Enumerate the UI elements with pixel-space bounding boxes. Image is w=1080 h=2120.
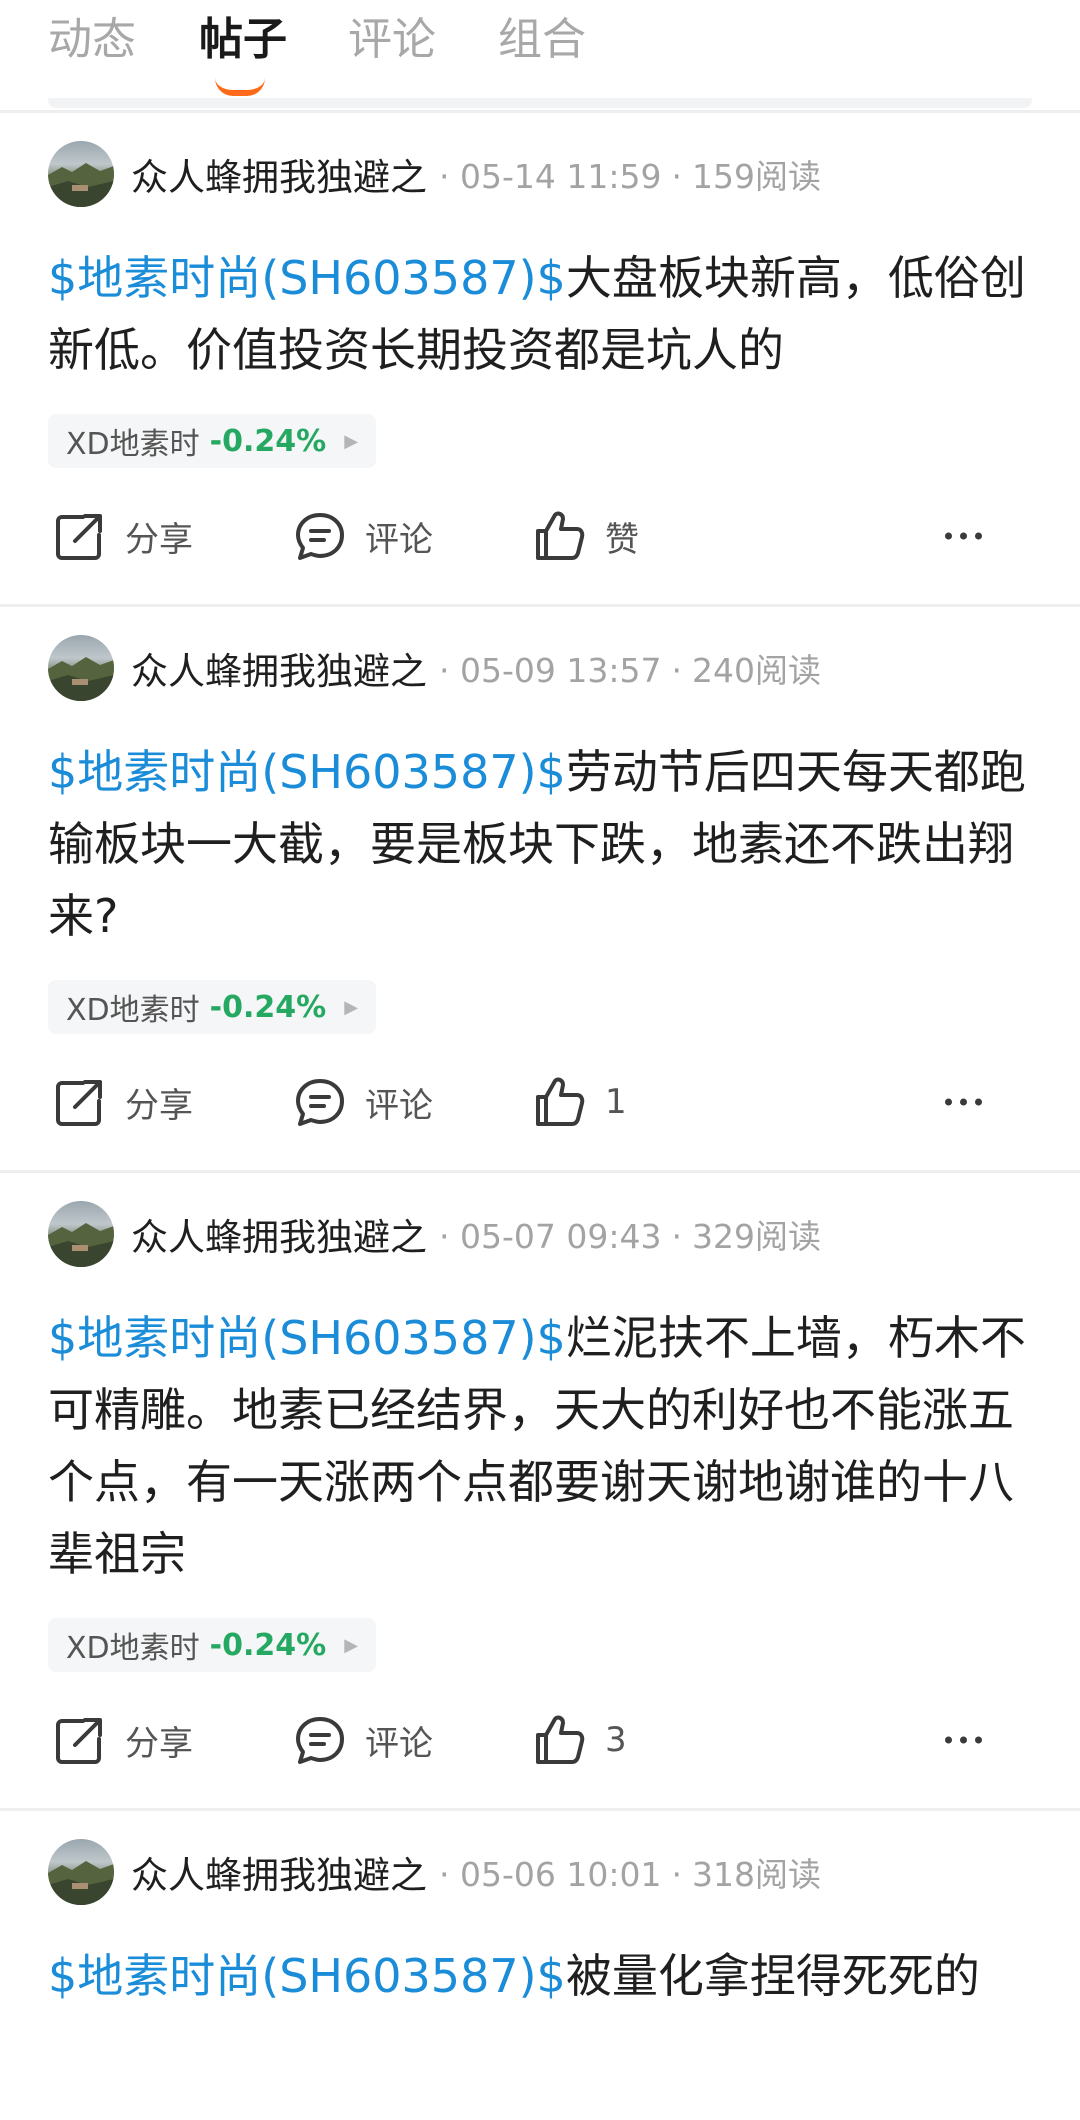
like-count: 1 [605,1082,627,1122]
post-body: 被量化拿捏得死死的 [565,1949,980,2003]
active-tab-indicator [215,78,265,96]
more-button[interactable] [945,1098,982,1106]
stock-chip-name: XD地素时 [66,1631,200,1666]
like-button[interactable]: 3 [533,1713,627,1767]
author-name[interactable]: 众人蜂拥我独避之 [131,1207,427,1261]
share-icon [56,1718,102,1764]
thumbs-up-icon [536,511,585,560]
stock-chip-name: XD地素时 [66,993,200,1028]
stock-chip-change: -0.24% [209,423,327,459]
comment-label: 评论 [365,519,433,560]
like-count: 3 [605,1720,627,1760]
more-button[interactable] [945,1736,982,1744]
stock-link[interactable]: $地素时尚(SH603587)$ [48,251,566,305]
post-card[interactable]: 众人蜂拥我独避之 · 05-09 13:57 · 240阅读 $地素时尚(SH603… [0,607,1080,1170]
post-card[interactable]: 众人蜂拥我独避之 · 05-07 09:43 · 329阅读 $地素时尚(SH603… [0,1173,1080,1808]
post-date: 05-09 13:57 [459,651,662,690]
post-card[interactable]: 众人蜂拥我独避之 · 05-14 11:59 · 159阅读 $地素时尚(SH603… [0,113,1080,604]
comment-label: 评论 [365,1723,433,1764]
stock-chip-change: -0.24% [209,1627,327,1663]
post-content[interactable]: $地素时尚(SH603587)$大盘板块新高，低俗创新低。价值投资长期投资都是坑… [48,242,1032,386]
share-label: 分享 [125,519,193,560]
tabs-bottom-bar [48,98,1032,108]
author-name[interactable]: 众人蜂拥我独避之 [131,1845,427,1899]
more-button[interactable] [945,532,982,540]
read-count: 159阅读 [691,157,821,196]
comment-button[interactable]: 评论 [293,1075,433,1129]
thumbs-up-icon [536,1077,585,1126]
stock-link[interactable]: $地素时尚(SH603587)$ [48,1949,566,2003]
share-label: 分享 [125,1085,193,1126]
like-button[interactable]: 赞 [533,509,639,563]
like-button[interactable]: 1 [533,1075,627,1129]
read-count: 318阅读 [691,1855,821,1894]
comment-button[interactable]: 评论 [293,509,433,563]
post-meta: · 05-09 13:57 · 240阅读 [439,651,821,690]
stock-chip-name: XD地素时 [66,427,200,462]
stock-chip-change: -0.24% [209,989,327,1025]
stock-chip[interactable]: XD地素时 -0.24% ▶ [48,980,377,1034]
tab-posts[interactable]: 帖子 [199,10,287,70]
play-arrow-icon: ▶ [344,1634,359,1656]
post-header: 众人蜂拥我独避之 · 05-09 13:57 · 240阅读 [48,607,1032,702]
comment-label: 评论 [365,1085,433,1126]
post-date: 05-14 11:59 [459,157,662,196]
share-icon [56,1080,102,1126]
post-date: 05-06 10:01 [459,1855,662,1894]
stock-link[interactable]: $地素时尚(SH603587)$ [48,745,566,799]
comment-icon [296,1717,344,1764]
avatar[interactable] [48,635,114,701]
post-actions: 分享 评论 1 [48,1034,1032,1170]
post-content[interactable]: $地素时尚(SH603587)$烂泥扶不上墙，朽木不可精雕。地素已经结界，天大的… [48,1302,1032,1590]
post-meta: · 05-07 09:43 · 329阅读 [439,1217,821,1256]
post-card[interactable]: 众人蜂拥我独避之 · 05-06 10:01 · 318阅读 $地素时尚(SH603… [0,1811,1080,2012]
post-actions: 分享 评论 3 [48,1672,1032,1808]
like-count: 赞 [605,519,639,560]
comment-icon [296,513,344,560]
avatar[interactable] [48,141,114,207]
avatar[interactable] [48,1201,114,1267]
post-header: 众人蜂拥我独避之 · 05-14 11:59 · 159阅读 [48,113,1032,208]
post-header: 众人蜂拥我独避之 · 05-06 10:01 · 318阅读 [48,1811,1032,1906]
post-meta: · 05-06 10:01 · 318阅读 [439,1855,821,1894]
post-content[interactable]: $地素时尚(SH603587)$劳动节后四天每天都跑输板块一大截，要是板块下跌，… [48,736,1032,952]
play-arrow-icon: ▶ [344,430,359,452]
post-content[interactable]: $地素时尚(SH603587)$被量化拿捏得死死的 [48,1940,1032,2012]
stock-chip[interactable]: XD地素时 -0.24% ▶ [48,414,377,468]
post-header: 众人蜂拥我独避之 · 05-07 09:43 · 329阅读 [48,1173,1032,1268]
thumbs-up-icon [536,1715,585,1764]
share-button[interactable]: 分享 [53,509,193,563]
share-button[interactable]: 分享 [53,1075,193,1129]
read-count: 240阅读 [691,651,821,690]
avatar[interactable] [48,1839,114,1905]
post-meta: · 05-14 11:59 · 159阅读 [439,157,821,196]
author-name[interactable]: 众人蜂拥我独避之 [131,147,427,201]
post-actions: 分享 评论 赞 [48,468,1032,604]
tab-dynamics[interactable]: 动态 [48,10,136,70]
tab-portfolio[interactable]: 组合 [498,10,586,70]
share-icon [56,514,102,560]
share-button[interactable]: 分享 [53,1713,193,1767]
author-name[interactable]: 众人蜂拥我独避之 [131,641,427,695]
profile-tabs: 动态 帖子 评论 组合 [0,0,1080,110]
play-arrow-icon: ▶ [344,996,359,1018]
comment-icon [296,1079,344,1126]
share-label: 分享 [125,1723,193,1764]
tab-comments[interactable]: 评论 [348,10,436,70]
comment-button[interactable]: 评论 [293,1713,433,1767]
stock-chip[interactable]: XD地素时 -0.24% ▶ [48,1618,377,1672]
stock-link[interactable]: $地素时尚(SH603587)$ [48,1311,566,1365]
read-count: 329阅读 [691,1217,821,1256]
post-date: 05-07 09:43 [459,1217,662,1256]
